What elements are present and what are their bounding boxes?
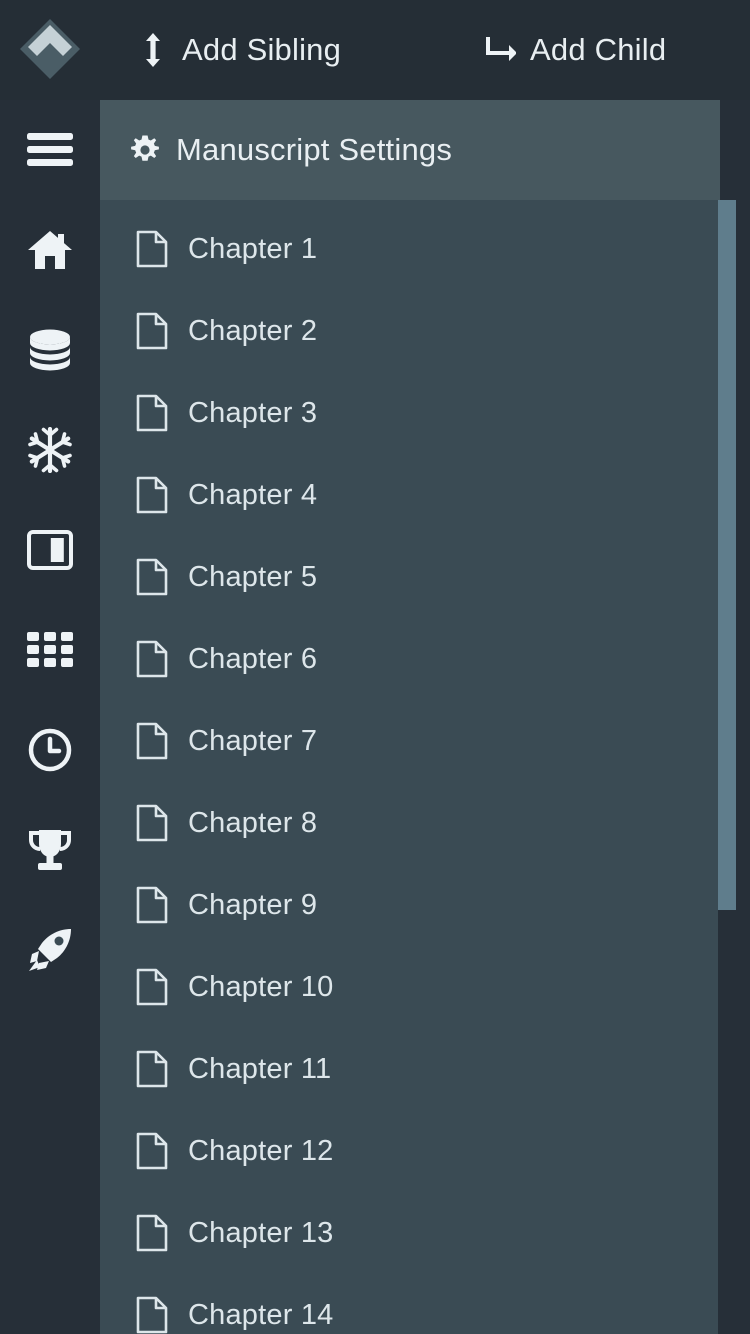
scrollbar-thumb[interactable] (718, 200, 736, 910)
gear-icon (130, 135, 160, 165)
chapter-row[interactable]: Chapter 12 (100, 1110, 720, 1192)
home-icon (27, 229, 73, 271)
manuscript-panel: Manuscript Settings Chapter 1 Chapter 2 Ch… (100, 100, 720, 1334)
chapter-row[interactable]: Chapter 10 (100, 946, 720, 1028)
chapter-row[interactable]: Chapter 2 (100, 290, 720, 372)
rocket-icon (27, 927, 73, 973)
snowflake-icon (28, 427, 72, 473)
chapter-row[interactable]: Chapter 7 (100, 700, 720, 782)
chapter-row[interactable]: Chapter 13 (100, 1192, 720, 1274)
sidebar-item-home[interactable] (0, 200, 100, 300)
chapter-row[interactable]: Chapter 14 (100, 1274, 720, 1334)
sidebar-item-launch[interactable] (0, 900, 100, 1000)
sidebar-rail (0, 0, 100, 1334)
sidebar-item-columns[interactable] (0, 500, 100, 600)
chapter-row[interactable]: Chapter 4 (100, 454, 720, 536)
document-icon (136, 394, 168, 432)
chapter-label: Chapter 7 (188, 724, 318, 757)
trophy-icon (27, 828, 73, 872)
chapter-label: Chapter 4 (188, 478, 318, 511)
chapter-list: Chapter 1 Chapter 2 Chapter 3 Chapter 4 Chap… (100, 200, 720, 1334)
sidebar-item-menu[interactable] (0, 100, 100, 200)
document-icon (136, 640, 168, 678)
toolbar-actions: Add Sibling Add Child (100, 0, 750, 100)
app-logo[interactable] (0, 0, 100, 100)
hamburger-menu-icon (27, 132, 73, 168)
chapter-label: Chapter 12 (188, 1134, 334, 1167)
up-down-arrow-icon (138, 33, 168, 67)
chapter-row[interactable]: Chapter 9 (100, 864, 720, 946)
chapter-label: Chapter 1 (188, 232, 318, 265)
add-child-button[interactable]: Add Child (486, 32, 666, 68)
document-icon (136, 968, 168, 1006)
add-child-label: Add Child (530, 32, 667, 67)
document-icon (136, 804, 168, 842)
document-icon (136, 1050, 168, 1088)
add-sibling-button[interactable]: Add Sibling (138, 32, 341, 68)
arrow-turn-down-right-icon (486, 33, 517, 67)
sidebar-item-achievements[interactable] (0, 800, 100, 900)
chapter-row[interactable]: Chapter 1 (100, 208, 720, 290)
chapter-label: Chapter 3 (188, 396, 318, 429)
chapter-label: Chapter 13 (188, 1216, 334, 1249)
database-icon (28, 328, 72, 372)
sidebar-item-grid[interactable] (0, 600, 100, 700)
sidebar-item-snowflake[interactable] (0, 400, 100, 500)
chapter-label: Chapter 2 (188, 314, 318, 347)
document-icon (136, 558, 168, 596)
chapter-label: Chapter 6 (188, 642, 318, 675)
chapter-label: Chapter 5 (188, 560, 318, 593)
top-toolbar: Add Sibling Add Child (0, 0, 750, 100)
page-title: Manuscript Settings (176, 132, 453, 167)
document-icon (136, 722, 168, 760)
document-icon (136, 312, 168, 350)
chapter-row[interactable]: Chapter 5 (100, 536, 720, 618)
chapter-row[interactable]: Chapter 6 (100, 618, 720, 700)
document-icon (136, 1132, 168, 1170)
clock-icon (28, 728, 72, 772)
document-icon (136, 476, 168, 514)
columns-icon (27, 530, 73, 570)
chapter-label: Chapter 8 (188, 806, 318, 839)
chapter-row[interactable]: Chapter 3 (100, 372, 720, 454)
sidebar-item-history[interactable] (0, 700, 100, 800)
chapter-row[interactable]: Chapter 8 (100, 782, 720, 864)
chapter-label: Chapter 11 (188, 1052, 332, 1085)
document-icon (136, 886, 168, 924)
grid-icon (27, 632, 73, 668)
chapter-label: Chapter 14 (188, 1298, 334, 1331)
document-icon (136, 1296, 168, 1334)
document-icon (136, 230, 168, 268)
sidebar-item-database[interactable] (0, 300, 100, 400)
add-sibling-label: Add Sibling (182, 32, 342, 67)
chapter-label: Chapter 9 (188, 888, 318, 921)
manuscript-settings-header[interactable]: Manuscript Settings (100, 100, 720, 200)
chapter-row[interactable]: Chapter 11 (100, 1028, 720, 1110)
chapter-label: Chapter 10 (188, 970, 334, 1003)
app-root: Manuscript Settings Chapter 1 Chapter 2 Ch… (0, 0, 750, 1334)
document-icon (136, 1214, 168, 1252)
